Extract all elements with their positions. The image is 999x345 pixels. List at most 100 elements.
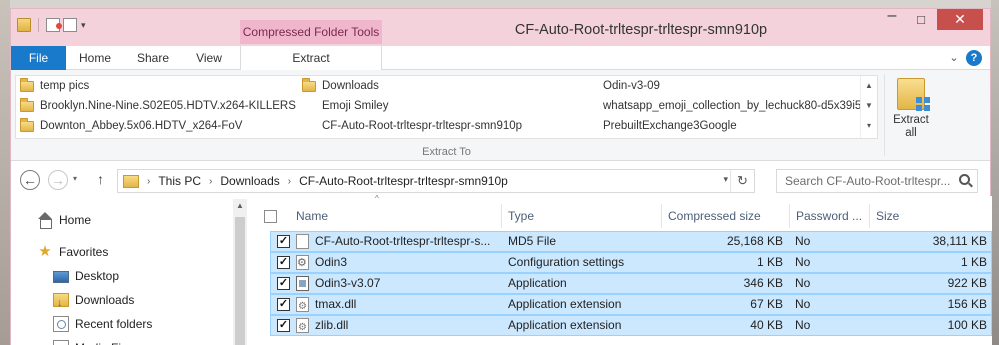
title-bar: ▾ Compressed Folder Tools CF-Auto-Root-t… [11, 8, 990, 46]
help-icon[interactable]: ? [966, 50, 982, 66]
column-header-type[interactable]: Type [502, 204, 662, 228]
select-all-checkbox[interactable] [264, 210, 277, 223]
close-button[interactable]: ✕ [937, 9, 983, 30]
tab-share[interactable]: Share [125, 46, 181, 70]
recent-locations-dropdown-icon[interactable]: ▾ [73, 174, 77, 183]
desktop-icon [53, 271, 69, 283]
row-checkbox[interactable]: ✓ [277, 298, 290, 311]
customize-toolbar-dropdown-icon[interactable]: ▾ [81, 20, 86, 31]
row-checkbox[interactable]: ✓ [277, 277, 290, 290]
ribbon-tab-bar: File Home Share View Extract ⌄ ? [11, 46, 990, 71]
nav-item-downloads[interactable]: Downloads [53, 289, 135, 314]
extract-all-button[interactable]: Extract all [889, 78, 933, 140]
file-password: No [795, 255, 811, 269]
back-button[interactable]: ← [20, 170, 40, 190]
row-checkbox[interactable]: ✓ [277, 256, 290, 269]
breadcrumb-this-pc[interactable]: This PC [154, 174, 205, 188]
file-password: No [795, 234, 811, 248]
refresh-icon[interactable]: ↻ [730, 170, 754, 192]
table-row[interactable]: ✓ CF-Auto-Root-trltespr-trltespr-s... MD… [270, 231, 992, 252]
nav-item-label: Downloads [75, 293, 135, 307]
table-row[interactable]: ✓ zlib.dll Application extension 40 KB N… [270, 315, 992, 337]
chevron-right-icon[interactable]: › [205, 176, 216, 187]
properties-icon[interactable] [46, 18, 62, 32]
nav-item-recent-folders[interactable]: Recent folders [53, 313, 152, 335]
destination-label: Downloads [322, 80, 379, 92]
file-size: 100 KB [947, 318, 987, 332]
folder-icon[interactable] [17, 18, 31, 32]
nav-item-media[interactable]: Media Fi... [53, 337, 131, 345]
forward-button[interactable]: → [48, 170, 68, 190]
search-placeholder: Search CF-Auto-Root-trltespr... [785, 174, 951, 188]
chevron-right-icon[interactable]: › [143, 176, 154, 187]
nav-item-home[interactable]: Home [37, 209, 91, 231]
toolbar-divider [38, 18, 39, 32]
file-compressed-size: 40 KB [750, 318, 783, 332]
gallery-expand-icon[interactable]: ▾ [861, 116, 877, 136]
search-input[interactable]: Search CF-Auto-Root-trltespr... [776, 169, 978, 193]
file-type: Application extension [508, 297, 622, 311]
row-checkbox[interactable]: ✓ [277, 319, 290, 332]
row-checkbox[interactable]: ✓ [277, 235, 290, 248]
table-row[interactable]: ✓ tmax.dll Application extension 67 KB N… [270, 294, 992, 316]
table-row[interactable]: ✓ Odin3 Configuration settings 1 KB No 1… [270, 252, 992, 273]
tab-view[interactable]: View [181, 46, 237, 70]
breadcrumb-current-folder[interactable]: CF-Auto-Root-trltespr-trltespr-smn910p [295, 174, 512, 188]
destination-item[interactable]: Downloads [302, 76, 379, 96]
destination-item[interactable]: PrebuiltExchange3Google [603, 116, 737, 136]
destination-item[interactable]: Downton_Abbey.5x06.HDTV_x264-FoV [20, 116, 242, 136]
file-size: 38,111 KB [932, 234, 987, 248]
column-header-compressed-size[interactable]: Compressed size [662, 204, 790, 228]
file-compressed-size: 25,168 KB [726, 234, 783, 248]
search-icon[interactable] [959, 174, 970, 185]
file-size: 1 KB [960, 255, 987, 269]
destination-item[interactable]: Brooklyn.Nine-Nine.S02E05.HDTV.x264-KILL… [20, 96, 296, 116]
extract-destination-gallery: temp pics Brooklyn.Nine-Nine.S02E05.HDTV… [15, 75, 878, 139]
tab-file[interactable]: File [11, 46, 66, 70]
file-type: Configuration settings [508, 255, 625, 269]
column-header-password[interactable]: Password ... [790, 204, 870, 228]
gallery-scroll-down-icon[interactable]: ▼ [861, 96, 877, 116]
file-icon [296, 234, 309, 249]
ribbon-divider [884, 74, 885, 156]
home-icon [37, 212, 53, 229]
destination-item[interactable]: CF-Auto-Root-trltespr-trltespr-smn910p [322, 116, 522, 136]
nav-item-desktop[interactable]: Desktop [53, 265, 119, 287]
destination-item[interactable]: temp pics [20, 76, 89, 96]
new-folder-icon[interactable] [63, 18, 77, 32]
destination-item[interactable]: Emoji Smiley [322, 96, 388, 116]
destination-item[interactable]: Odin-v3-09 [603, 76, 660, 96]
chevron-right-icon[interactable]: › [284, 176, 295, 187]
extract-to-group-label: Extract To [422, 146, 471, 158]
destination-item[interactable]: whatsapp_emoji_collection_by_lechuck80-d… [603, 96, 861, 116]
ribbon-extract-panel: temp pics Brooklyn.Nine-Nine.S02E05.HDTV… [11, 70, 990, 161]
file-list: ^ Name Type Compressed size Password ...… [260, 194, 992, 345]
maximize-button[interactable]: □ [908, 9, 934, 30]
minimize-button[interactable]: – [879, 8, 905, 30]
table-row[interactable]: ✓ Odin3-v3.07 Application 346 KB No 922 … [270, 273, 992, 294]
nav-item-favorites[interactable]: ★ Favorites [37, 241, 108, 263]
up-button[interactable]: ↑ [97, 171, 104, 187]
tab-extract[interactable]: Extract [240, 46, 382, 71]
folder-icon [20, 97, 34, 112]
nav-item-label: Recent folders [75, 317, 153, 331]
column-header-size[interactable]: Size [870, 204, 992, 228]
column-header-name[interactable]: Name [290, 204, 502, 228]
file-password: No [795, 318, 811, 332]
gallery-scroll-up-icon[interactable]: ▲ [861, 76, 877, 96]
application-icon [296, 276, 309, 291]
scroll-up-icon[interactable]: ▲ [233, 201, 247, 210]
scrollbar-thumb[interactable] [235, 217, 245, 345]
destination-label: temp pics [40, 80, 90, 92]
tab-home[interactable]: Home [67, 46, 123, 70]
dll-icon [296, 318, 309, 337]
address-history-dropdown-icon[interactable]: ▾ [723, 174, 728, 185]
destination-label: whatsapp_emoji_collection_by_lechuck80-d… [603, 100, 862, 112]
collapse-ribbon-icon[interactable]: ⌄ [946, 50, 962, 66]
folder-icon [20, 117, 34, 132]
address-bar[interactable]: › This PC › Downloads › CF-Auto-Root-trl… [117, 169, 755, 193]
nav-pane-scrollbar[interactable]: ▲ [233, 199, 247, 345]
breadcrumb-downloads[interactable]: Downloads [216, 174, 283, 188]
folder-icon [302, 77, 316, 92]
extract-all-label: Extract all [893, 114, 929, 139]
